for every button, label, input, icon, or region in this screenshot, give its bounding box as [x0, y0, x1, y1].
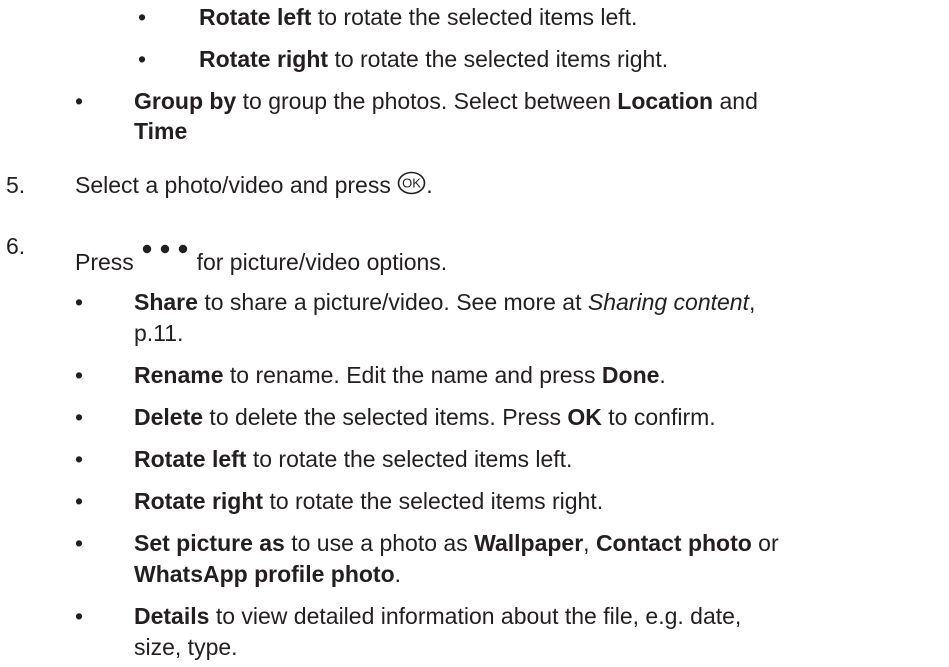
bullet: •	[75, 88, 84, 114]
ok-button-icon: OK	[397, 171, 426, 202]
list-item-continuation: size, type.	[134, 634, 238, 660]
bullet: •	[75, 289, 84, 315]
step-6-text: Press for picture/video options.	[75, 231, 447, 277]
option-share: Share to share a picture/video. See more…	[134, 289, 756, 315]
bullet: •	[138, 4, 147, 30]
list-item-continuation: WhatsApp profile photo.	[134, 561, 402, 587]
option-rename: Rename to rename. Edit the name and pres…	[134, 362, 666, 388]
bullet: •	[138, 46, 147, 72]
list-item: Rotate right to rotate the selected item…	[199, 46, 669, 72]
manual-page: • Rotate left to rotate the selected ite…	[0, 0, 949, 667]
bullet: •	[75, 530, 84, 556]
svg-text:OK: OK	[402, 176, 421, 191]
bullet: •	[75, 446, 84, 472]
step-number: 6.	[6, 233, 26, 259]
option-details: Details to view detailed information abo…	[134, 603, 742, 629]
bullet: •	[75, 603, 84, 629]
step-number: 5.	[6, 172, 26, 198]
option-rotate-right: Rotate right to rotate the selected item…	[134, 488, 604, 514]
option-delete: Delete to delete the selected items. Pre…	[134, 404, 716, 430]
list-item-continuation: Time	[134, 118, 188, 144]
option-rotate-left: Rotate left to rotate the selected items…	[134, 446, 573, 472]
bullet: •	[75, 362, 84, 388]
step-5-text: Select a photo/video and press OK.	[75, 170, 433, 202]
option-set-picture-as: Set picture as to use a photo as Wallpap…	[134, 530, 779, 556]
list-item-group-by: Group by to group the photos. Select bet…	[134, 88, 758, 114]
list-item-continuation: p.11.	[134, 320, 184, 346]
list-item: Rotate left to rotate the selected items…	[199, 4, 638, 30]
more-options-dots-icon	[142, 231, 188, 261]
bullet: •	[75, 404, 84, 430]
bullet: •	[75, 488, 84, 514]
